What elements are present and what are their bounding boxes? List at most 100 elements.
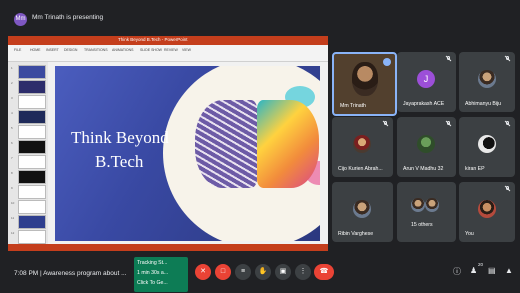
people-count-badge: 20 [478, 262, 484, 267]
thumb-number: 7 [11, 156, 13, 160]
ribbon-tab: SLIDE SHOW [140, 48, 162, 52]
participant-name: kiran EP [465, 166, 485, 172]
slide-thumbnail[interactable] [18, 110, 46, 124]
avatar [353, 135, 371, 153]
thumb-number: 12 [11, 231, 15, 235]
thumb-number: 3 [11, 96, 13, 100]
more-options-icon: ⋮ [299, 268, 307, 275]
ribbon-tab: INSERT [46, 48, 59, 52]
slide-thumbnail[interactable] [18, 230, 46, 244]
avatar [353, 200, 371, 218]
slide-thumbnail[interactable] [18, 65, 46, 79]
thumb-number: 5 [11, 126, 13, 130]
slide-thumbnail[interactable] [18, 215, 46, 229]
participant-name: Mm Trinath [340, 103, 366, 109]
slide-thumbnail[interactable] [18, 155, 46, 169]
participant-name: Cijo Kurien Abrah... [338, 166, 383, 172]
camera-off-icon: □ [220, 268, 226, 275]
thumb-number: 1 [11, 66, 13, 70]
camera-toggle-button[interactable]: □ [215, 264, 231, 280]
mic-off-icon: ✕ [200, 268, 206, 275]
participant-name: Arun V Madhu 32 [403, 166, 444, 172]
ribbon-tab: ANIMATIONS [112, 48, 134, 52]
slide-thumbnail[interactable] [18, 185, 46, 199]
end-call-button[interactable]: ☎ [314, 264, 334, 280]
slide-title-line1: Think Beyond [71, 128, 169, 147]
current-slide: Think Beyond B.Tech [55, 66, 320, 241]
ribbon-tab: DESIGN [64, 48, 78, 52]
thumb-number: 10 [11, 201, 15, 205]
tracking-line: Tracking St... [137, 260, 168, 266]
participant-tile-jayaprakash[interactable]: J Jayaprakash ACE [397, 52, 456, 112]
participant-name: Ribin Varghese [338, 231, 374, 237]
avatar [478, 70, 496, 88]
participant-tile-mm-trinath[interactable]: Mm Trinath [332, 52, 397, 116]
thumb-number: 11 [11, 216, 15, 220]
ribbon-tab: VIEW [182, 48, 191, 52]
chat-icon[interactable]: ▤ [488, 266, 496, 275]
participant-name: Abhimanyu Biju [465, 101, 502, 107]
participant-tile-arun[interactable]: Arun V Madhu 32 [397, 117, 456, 177]
raise-hand-icon: ✋ [258, 268, 268, 275]
participant-name: You [465, 231, 474, 237]
tracking-line[interactable]: Click To Ge... [137, 280, 168, 286]
thumb-number: 9 [11, 186, 13, 190]
meeting-time-and-title: 7:08 PM | Awareness program about ... [14, 270, 127, 277]
slide-thumbnail[interactable] [18, 95, 46, 109]
presenter-avatar: Mm [14, 13, 27, 26]
avatar [411, 198, 425, 212]
present-now-button[interactable]: ▣ [275, 264, 291, 280]
raise-hand-button[interactable]: ✋ [255, 264, 271, 280]
slide-thumbnail[interactable] [18, 140, 46, 154]
thumb-number: 2 [11, 81, 13, 85]
avatar [425, 198, 439, 212]
ribbon-tab: REVIEW [164, 48, 178, 52]
ribbon-tab: FILE [14, 48, 22, 52]
mic-muted-icon [505, 121, 510, 127]
avatar [417, 135, 435, 153]
participant-tile-others[interactable]: 15 others [397, 182, 456, 242]
brain-left-hemisphere-image [195, 100, 257, 188]
end-call-icon: ☎ [319, 268, 329, 275]
mic-muted-icon [446, 56, 451, 62]
participant-tile-kiran[interactable]: kiran EP [459, 117, 515, 177]
avatar [478, 135, 496, 153]
mic-muted-icon [505, 186, 510, 192]
more-options-button[interactable]: ⋮ [295, 264, 311, 280]
thumb-number: 4 [11, 111, 13, 115]
presenting-label: Mm Trinath is presenting [32, 14, 104, 21]
participant-tile-ribin[interactable]: Ribin Varghese [332, 182, 393, 242]
mic-toggle-button[interactable]: ✕ [195, 264, 211, 280]
participant-name: 15 others [411, 222, 433, 228]
slide-thumbnail-pane[interactable]: 1 2 3 4 5 6 7 8 9 10 11 12 [8, 62, 48, 244]
meeting-details-icon[interactable]: ⓘ [453, 266, 461, 277]
powerpoint-window-title: Think Beyond B.Tech - PowerPoint [118, 37, 188, 42]
avatar [478, 200, 496, 218]
ribbon-tab: TRANSITIONS [84, 48, 108, 52]
participant-tile-you[interactable]: You [459, 182, 515, 242]
slide-thumbnail[interactable] [18, 80, 46, 94]
activities-icon[interactable]: ▲ [505, 266, 513, 275]
participant-video [352, 62, 378, 96]
captions-button[interactable]: ≡ [235, 264, 251, 280]
mic-muted-icon [505, 56, 510, 62]
shared-presentation[interactable]: Think Beyond B.Tech - PowerPoint FILE HO… [8, 36, 328, 251]
participant-tile-cijo[interactable]: Cijo Kurien Abrah... [332, 117, 393, 177]
participant-name: Jayaprakash ACE [403, 101, 445, 107]
present-icon: ▣ [279, 268, 287, 275]
powerpoint-status-bar [8, 244, 328, 251]
people-icon[interactable]: ♟ [470, 266, 477, 275]
powerpoint-titlebar: Think Beyond B.Tech - PowerPoint [8, 36, 328, 45]
mic-muted-icon [446, 121, 451, 127]
thumb-number: 6 [11, 141, 13, 145]
slide-thumbnail[interactable] [18, 125, 46, 139]
avatar: J [417, 70, 435, 88]
more-options-icon[interactable] [383, 58, 391, 66]
tracking-line: 1 min 30s a... [137, 270, 169, 276]
tracking-status-box[interactable]: Tracking St... 1 min 30s a... Click To G… [134, 257, 188, 292]
slide-thumbnail[interactable] [18, 200, 46, 214]
captions-icon: ≡ [240, 268, 246, 275]
brain-right-hemisphere-image [257, 100, 319, 188]
participant-tile-abhimanyu[interactable]: Abhimanyu Biju [459, 52, 515, 112]
slide-thumbnail[interactable] [18, 170, 46, 184]
